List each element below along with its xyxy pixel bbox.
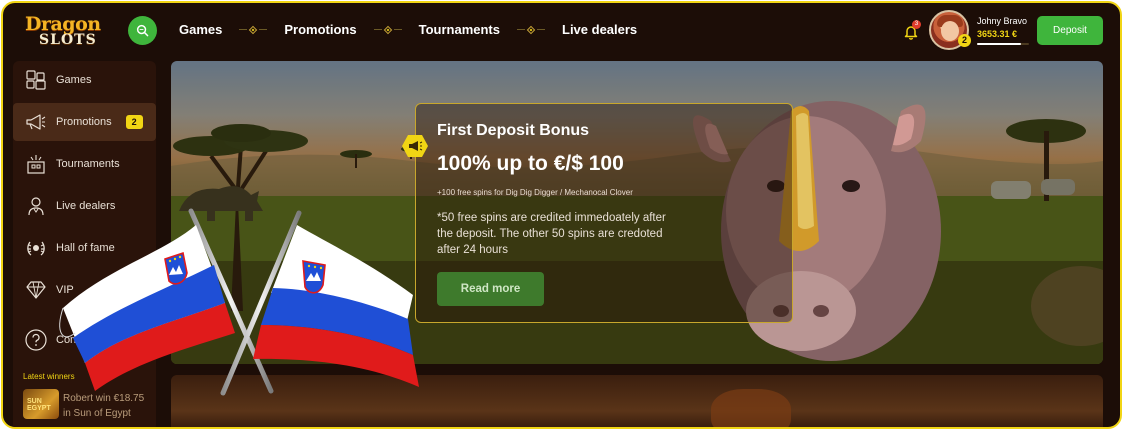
winner-line-2: in Sun of Egypt [63, 408, 131, 419]
deposit-button[interactable]: Deposit [1037, 16, 1103, 45]
winner-game-thumbnail[interactable]: SUN EGYPT [23, 389, 59, 419]
read-more-button[interactable]: Read more [437, 272, 544, 306]
winner-thumb-text: SUN EGYPT [27, 398, 51, 412]
sidebar-item-promotions[interactable]: Promotions 2 [13, 103, 156, 141]
help-icon [24, 329, 48, 351]
latest-winners-label: Latest winners [23, 372, 75, 381]
nav-separator [357, 25, 419, 34]
search-button[interactable] [128, 16, 157, 45]
app-window: Dragon SLOTS Games Promotions Tournament… [1, 1, 1122, 429]
promo-banner-secondary[interactable] [171, 375, 1103, 427]
sidebar-item-label: Promotions [56, 116, 112, 128]
search-icon [136, 24, 149, 37]
sidebar-item-contacts[interactable]: Contacts [13, 321, 156, 359]
nav-tournaments[interactable]: Tournaments [419, 22, 500, 37]
sidebar-item-games[interactable]: Games [13, 61, 156, 99]
tournaments-icon [24, 153, 48, 175]
sidebar-item-label: VIP [56, 284, 74, 296]
promo-headline: 100% up to €/$ 100 [437, 152, 624, 175]
sidebar: Games Promotions 2 Tournaments Live deal… [13, 61, 156, 427]
megaphone-tag-icon [402, 135, 428, 157]
latest-winner-entry: Robert win €18.75 in Sun of Egypt [63, 391, 144, 421]
megaphone-icon [24, 111, 48, 133]
sidebar-item-live-dealers[interactable]: Live dealers [13, 187, 156, 225]
sidebar-item-label: Games [56, 74, 92, 86]
dealer-icon [24, 195, 48, 217]
logo-line-2: SLOTS [39, 32, 97, 48]
notification-count-badge: 3 [912, 20, 921, 29]
nav-separator [500, 25, 562, 34]
user-level-badge: 2 [958, 34, 971, 47]
sidebar-item-label: Hall of fame [56, 242, 115, 254]
sidebar-item-hall-of-fame[interactable]: Hall of fame [13, 229, 156, 267]
sidebar-item-label: Contacts [56, 334, 100, 346]
sidebar-item-vip[interactable]: VIP [13, 271, 156, 309]
promo-description: *50 free spins are credited immedoately … [437, 212, 666, 256]
main-nav: Games Promotions Tournaments Live dealer… [179, 22, 637, 37]
laurel-icon [24, 237, 48, 259]
sidebar-item-tournaments[interactable]: Tournaments [13, 145, 156, 183]
dragon-slots-logo[interactable]: Dragon SLOTS [23, 13, 109, 51]
user-level-progress [977, 43, 1029, 45]
games-icon [24, 69, 48, 91]
nav-live-dealers[interactable]: Live dealers [562, 22, 637, 37]
promotions-count-badge: 2 [125, 115, 143, 129]
nav-separator [222, 25, 284, 34]
diamond-icon [24, 279, 48, 301]
user-name: Johny Bravo [977, 16, 1028, 26]
promo-subtitle: +100 free spins for Dig Dig Digger / Mec… [437, 188, 633, 197]
sidebar-item-label: Tournaments [56, 158, 120, 170]
nav-games[interactable]: Games [179, 22, 222, 37]
promo-title: First Deposit Bonus [437, 122, 590, 139]
user-balance: 3653.31 € [977, 29, 1018, 39]
winner-line-1: Robert win €18.75 [63, 393, 145, 404]
top-bar: Dragon SLOTS Games Promotions Tournament… [3, 3, 1120, 59]
nav-promotions[interactable]: Promotions [284, 22, 356, 37]
sidebar-item-label: Live dealers [56, 200, 116, 212]
